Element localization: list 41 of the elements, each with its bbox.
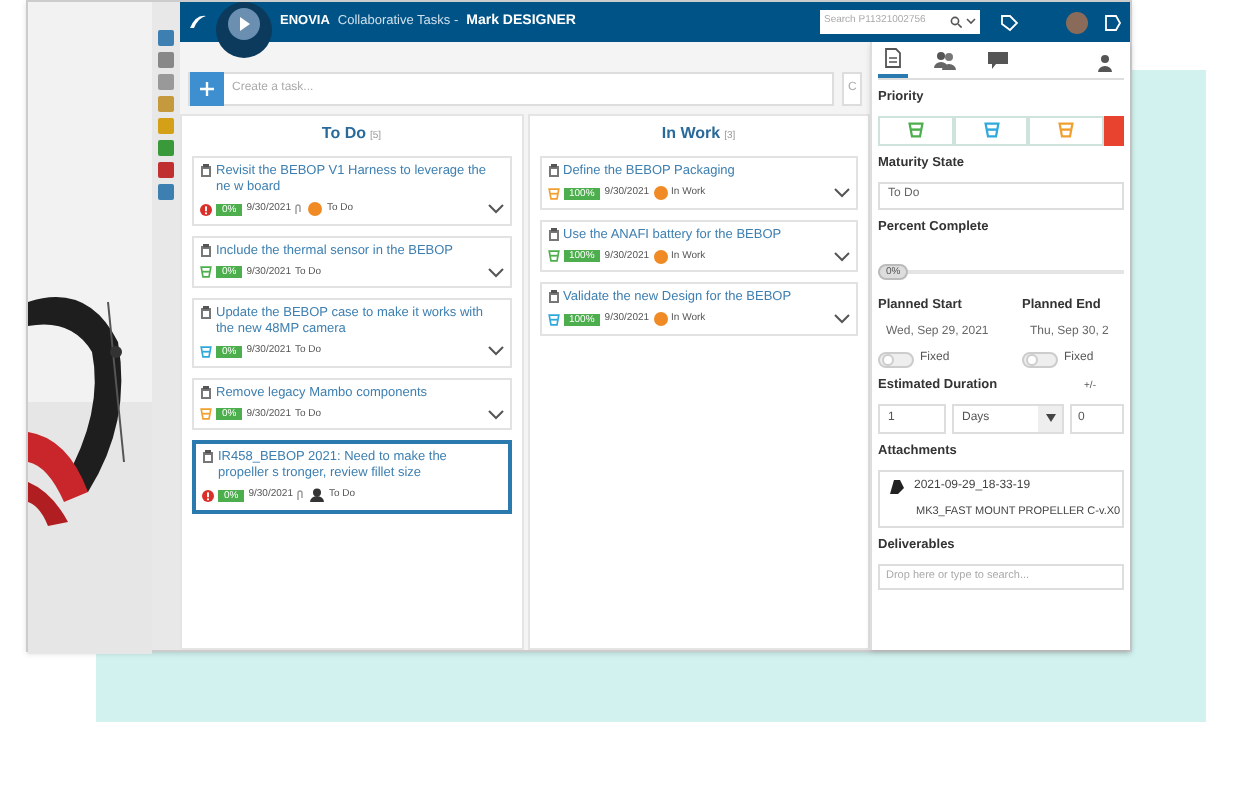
column-title: In Work — [661, 122, 721, 146]
clipboard-icon — [200, 306, 212, 320]
cup-icon — [983, 122, 1000, 139]
add-person-icon[interactable] — [1098, 54, 1116, 72]
chevron-down-icon[interactable] — [487, 204, 503, 215]
caret-icon[interactable] — [966, 18, 976, 26]
toggle-switch[interactable] — [878, 351, 914, 367]
chevron-down-icon[interactable] — [834, 188, 850, 199]
chevron-down-icon[interactable] — [834, 314, 850, 325]
priority-option[interactable] — [1104, 115, 1124, 146]
part-icon — [888, 477, 906, 495]
tag-icon[interactable] — [1000, 13, 1018, 31]
cup-icon — [907, 122, 924, 139]
people-icon — [934, 50, 956, 70]
cup-icon — [1058, 122, 1075, 139]
plus-icon — [200, 82, 214, 96]
clipboard-icon — [200, 385, 212, 399]
chevron-down-icon[interactable] — [487, 267, 503, 278]
clipboard-icon — [547, 227, 559, 241]
chat-icon — [988, 51, 1008, 69]
clipboard-icon — [547, 164, 559, 178]
caret-icon — [1045, 414, 1055, 423]
search-icon[interactable] — [950, 16, 962, 28]
clipboard-icon — [200, 164, 212, 178]
chevron-down-icon[interactable] — [487, 346, 503, 357]
panel-tab[interactable] — [878, 48, 908, 78]
share-icon[interactable] — [1104, 13, 1122, 31]
document-icon — [884, 48, 902, 68]
toggle-switch[interactable] — [1022, 351, 1058, 367]
priority-option[interactable] — [878, 115, 954, 146]
chevron-down-icon[interactable] — [487, 409, 503, 420]
priority-option[interactable] — [953, 115, 1029, 146]
logo-icon — [188, 12, 208, 32]
panel-tab[interactable] — [928, 50, 962, 76]
clipboard-icon — [547, 290, 559, 304]
chevron-down-icon[interactable] — [834, 251, 850, 262]
add-button[interactable] — [190, 72, 224, 106]
column-title: To Do — [321, 122, 366, 146]
clipboard-icon — [200, 243, 212, 257]
clipboard-icon — [202, 450, 214, 464]
compass-icon[interactable] — [216, 2, 272, 58]
